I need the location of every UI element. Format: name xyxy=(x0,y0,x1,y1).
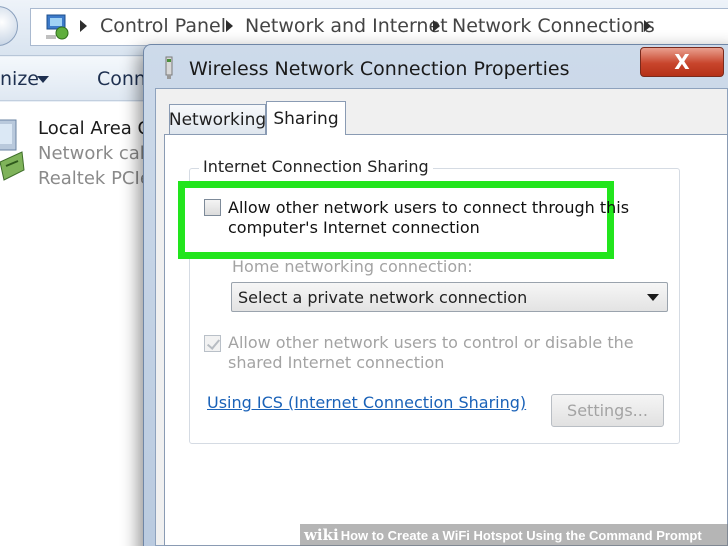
chevron-down-icon[interactable] xyxy=(37,76,49,83)
home-networking-label: Home networking connection: xyxy=(232,257,473,276)
home-networking-select[interactable]: Select a private network connection xyxy=(231,282,668,312)
allow-control-label-line1: Allow other network users to control or … xyxy=(228,333,634,352)
wikihow-logo: wiki xyxy=(304,526,339,544)
footer-title: How to Create a WiFi Hotspot Using the C… xyxy=(340,527,702,543)
breadcrumb-separator[interactable] xyxy=(644,20,651,32)
breadcrumb-network-connections[interactable]: Network Connections xyxy=(452,15,655,37)
allow-connect-label-line1[interactable]: Allow other network users to connect thr… xyxy=(228,197,629,218)
ics-group-title: Internet Connection Sharing xyxy=(199,157,433,176)
close-icon: X xyxy=(674,50,690,74)
organize-menu[interactable]: nize xyxy=(0,68,39,90)
connection-status: Network cabl xyxy=(38,143,157,164)
connect-to-button[interactable]: Conn xyxy=(97,68,146,90)
watermark-footer: wiki How to Create a WiFi Hotspot Using … xyxy=(300,524,728,546)
network-icon xyxy=(165,56,173,79)
connection-adapter: Realtek PCIe xyxy=(38,168,151,189)
breadcrumb-separator[interactable] xyxy=(226,20,233,32)
ics-help-link[interactable]: Using ICS (Internet Connection Sharing) xyxy=(207,393,526,412)
network-adapter-icon[interactable] xyxy=(0,118,30,188)
control-panel-icon xyxy=(46,14,69,40)
breadcrumb-separator[interactable] xyxy=(80,20,87,32)
settings-button: Settings... xyxy=(551,394,664,427)
close-button[interactable]: X xyxy=(640,47,724,77)
dialog-title: Wireless Network Connection Properties xyxy=(189,58,570,80)
allow-control-checkbox[interactable] xyxy=(204,335,221,352)
home-networking-value: Select a private network connection xyxy=(238,288,528,307)
allow-control-label-line2: shared Internet connection xyxy=(228,353,445,372)
chevron-down-icon xyxy=(647,294,659,301)
breadcrumb-control-panel[interactable]: Control Panel xyxy=(100,15,226,37)
tab-networking[interactable]: Networking xyxy=(169,104,266,134)
allow-connect-label-line2[interactable]: computer's Internet connection xyxy=(228,217,480,238)
tab-sharing[interactable]: Sharing xyxy=(266,101,346,135)
breadcrumb-network-and-internet[interactable]: Network and Internet xyxy=(245,15,448,37)
allow-connect-checkbox[interactable] xyxy=(204,199,221,216)
breadcrumb-separator[interactable] xyxy=(433,20,440,32)
